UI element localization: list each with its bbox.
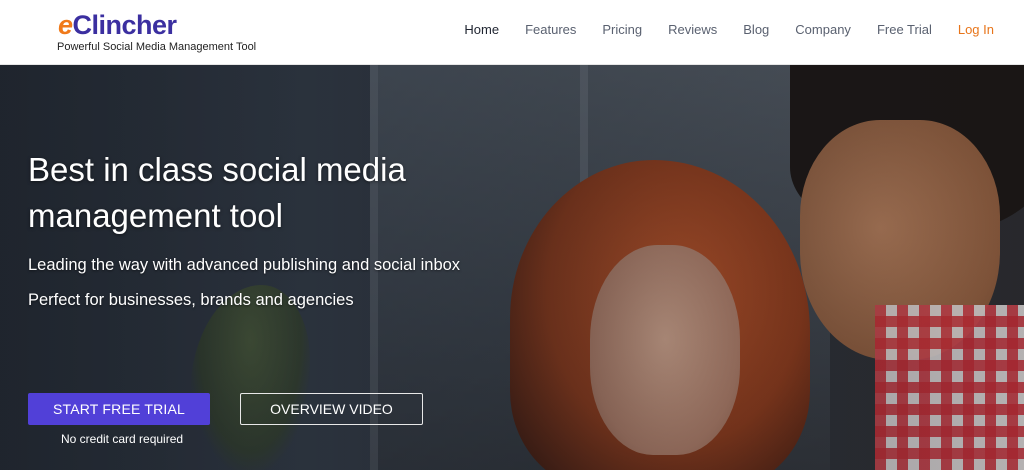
nav-features[interactable]: Features: [525, 22, 576, 38]
eclincher-logo[interactable]: eClincher: [58, 10, 177, 40]
logo-e: e: [58, 10, 73, 40]
hero-section: Best in class social media management to…: [0, 65, 1024, 470]
nav-pricing[interactable]: Pricing: [602, 22, 642, 38]
main-nav: Home Features Pricing Reviews Blog Compa…: [438, 22, 994, 38]
no-credit-card-note: No credit card required: [61, 432, 184, 446]
logo-tagline: Powerful Social Media Management Tool: [57, 41, 257, 53]
overview-video-button[interactable]: OVERVIEW VIDEO: [240, 393, 423, 425]
nav-reviews[interactable]: Reviews: [668, 22, 717, 38]
hero-subtitle-audience: Perfect for businesses, brands and agenc…: [28, 291, 354, 309]
nav-company[interactable]: Company: [795, 22, 851, 38]
start-free-trial-button[interactable]: START FREE TRIAL: [28, 393, 210, 425]
nav-free-trial[interactable]: Free Trial: [877, 22, 932, 38]
logo-text: Clincher: [72, 10, 178, 40]
nav-log-in[interactable]: Log In: [958, 22, 994, 38]
site-header: eClincher Powerful Social Media Manageme…: [0, 0, 1024, 65]
nav-blog[interactable]: Blog: [743, 22, 769, 38]
hero-subtitle-publishing: Leading the way with advanced publishing…: [28, 256, 461, 274]
hero-title: Best in class social media management to…: [28, 151, 406, 234]
nav-home[interactable]: Home: [464, 22, 499, 38]
